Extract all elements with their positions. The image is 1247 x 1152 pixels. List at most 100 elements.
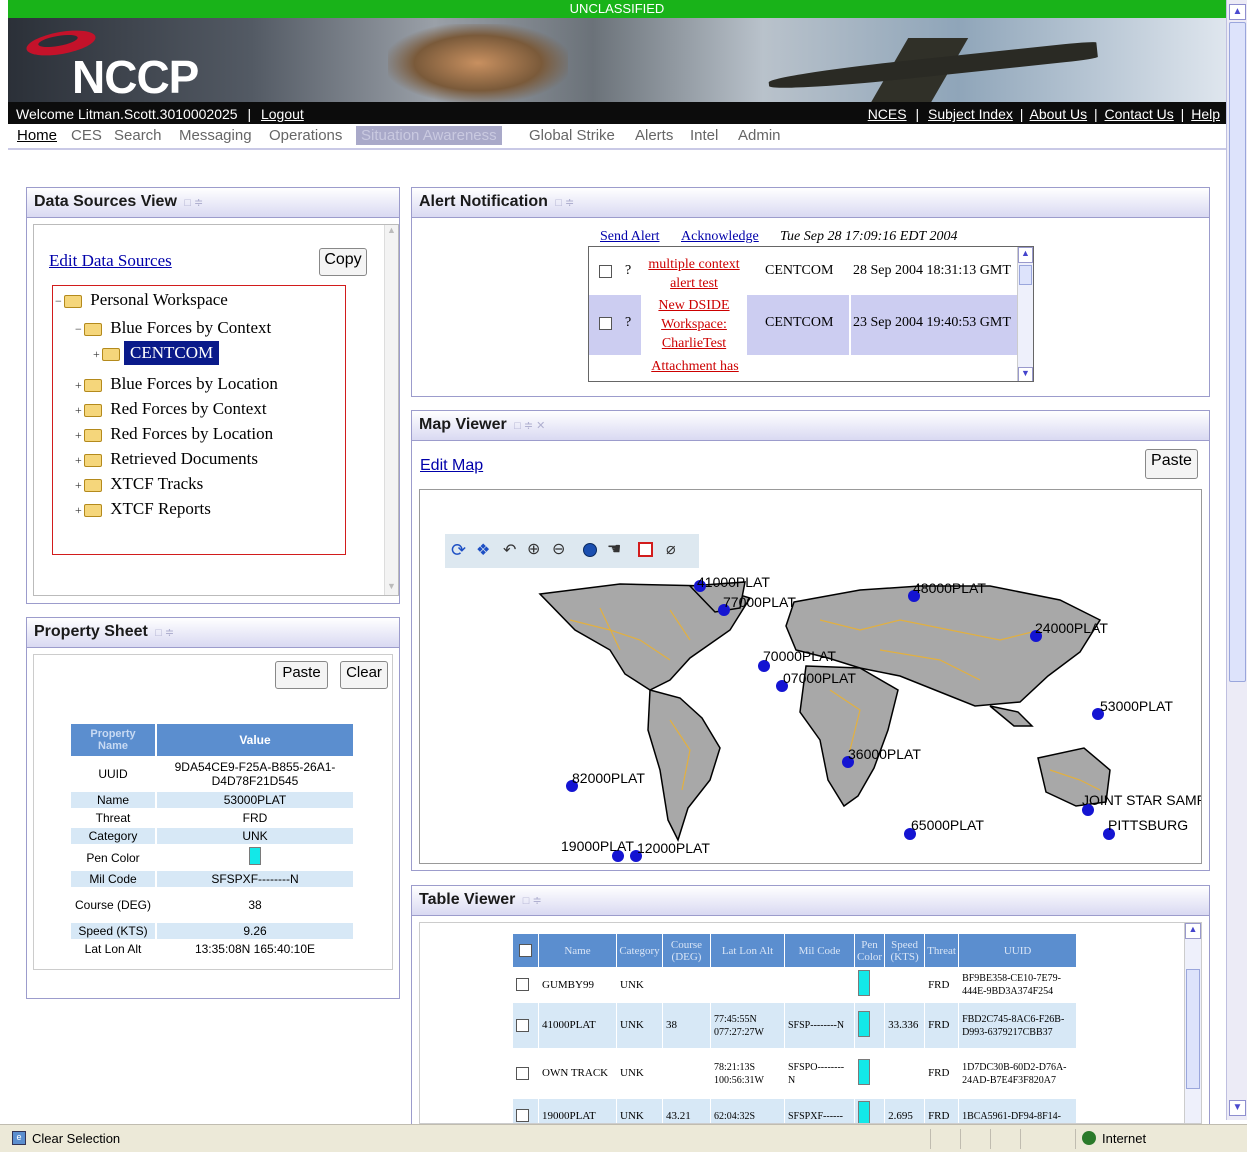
eraser-icon[interactable]: ⌀ [666, 539, 676, 559]
contact-us-link[interactable]: Contact Us [1105, 106, 1174, 122]
tab-admin[interactable]: Admin [738, 127, 781, 144]
copy-button[interactable]: Copy [319, 248, 367, 276]
alert-title-link[interactable]: New DSIDE Workspace: CharlieTest [649, 296, 739, 353]
move-icon[interactable]: ≑ [524, 420, 533, 432]
tree-node-centcom[interactable]: + CENTCOM [93, 341, 220, 365]
table-row[interactable]: 19000PLAT UNK 43.21 62:04:32S SFSPXF----… [512, 1098, 1078, 1123]
row-checkbox[interactable] [516, 1109, 529, 1123]
move-icon[interactable]: ≑ [165, 627, 174, 639]
alert-title-link[interactable]: Attachment has [645, 359, 745, 375]
close-icon[interactable]: ✕ [536, 420, 545, 432]
alert-row[interactable]: Attachment has [589, 357, 1017, 381]
subject-index-link[interactable]: Subject Index [928, 106, 1013, 122]
collapse-icon[interactable]: − [55, 294, 64, 309]
alert-row[interactable]: ? New DSIDE Workspace: CharlieTest CENTC… [589, 295, 1017, 355]
scroll-down-icon[interactable]: ▼ [1018, 367, 1033, 381]
scroll-down-icon[interactable]: ▼ [385, 581, 398, 595]
tree-node-xtcf-tracks[interactable]: + XTCF Tracks [75, 474, 203, 494]
table-row[interactable]: GUMBY99 UNK FRD BF9BE358-CE10-7E79-444E-… [512, 967, 1078, 1003]
edit-data-sources-link[interactable]: Edit Data Sources [49, 251, 172, 271]
page-scrollbar[interactable]: ▲ ▼ [1226, 0, 1247, 1120]
minimize-icon[interactable]: □ [514, 420, 521, 432]
nces-link[interactable]: NCES [868, 106, 907, 122]
zoom-out-icon[interactable]: ⊖ [552, 539, 565, 559]
paste-button[interactable]: Paste [275, 661, 328, 689]
tree-node-retrieved-documents[interactable]: + Retrieved Documents [75, 449, 258, 469]
tab-intel[interactable]: Intel [690, 127, 718, 144]
expand-icon[interactable]: + [93, 347, 102, 362]
tab-alerts[interactable]: Alerts [635, 127, 673, 144]
tab-ces[interactable]: CES [71, 127, 102, 144]
expand-icon[interactable]: + [75, 453, 84, 468]
alert-checkbox[interactable] [599, 317, 612, 330]
move-icon[interactable]: ≑ [565, 197, 574, 209]
row-checkbox[interactable] [516, 1066, 529, 1080]
scroll-down-icon[interactable]: ▼ [1229, 1100, 1246, 1116]
data-sources-scrollbar[interactable]: ▲ ▼ [384, 225, 398, 595]
tree-node-blue-forces-by-context[interactable]: − Blue Forces by Context [75, 318, 271, 338]
acknowledge-link[interactable]: Acknowledge [681, 229, 759, 245]
scroll-up-icon[interactable]: ▲ [385, 225, 398, 239]
expand-icon[interactable]: + [75, 503, 84, 518]
clear-button[interactable]: Clear [340, 661, 388, 689]
collapse-icon[interactable]: − [75, 322, 84, 337]
column-header[interactable]: Speed (KTS) [884, 933, 926, 968]
table-row[interactable]: OWN TRACK UNK 78:21:13S 100:56:31W SFSPO… [512, 1048, 1078, 1099]
scroll-thumb[interactable] [1229, 22, 1246, 682]
undo-icon[interactable]: ↶ [503, 540, 516, 560]
tree-node-xtcf-reports[interactable]: + XTCF Reports [75, 499, 211, 519]
refresh-icon[interactable]: ⟳ [451, 540, 466, 561]
expand-icon[interactable]: + [75, 403, 84, 418]
map-canvas[interactable]: ⟳ ❖ ↶ ⊕ ⊖ ☚ ⌀ 41000PLAT 77000PLAT 48000P… [419, 489, 1202, 864]
logout-link[interactable]: Logout [261, 106, 304, 122]
tab-messaging[interactable]: Messaging [179, 127, 252, 144]
scroll-up-icon[interactable]: ▲ [1018, 247, 1033, 263]
tab-situation-awareness[interactable]: Situation Awareness [356, 126, 502, 145]
tab-home[interactable]: Home [17, 127, 57, 144]
expand-icon[interactable]: + [75, 428, 84, 443]
row-checkbox[interactable] [516, 978, 529, 992]
alert-title-link[interactable]: multiple context alert test [645, 255, 743, 293]
minimize-icon[interactable]: □ [523, 895, 530, 907]
zoom-in-icon[interactable]: ⊕ [527, 539, 540, 559]
expand-icon[interactable]: + [75, 378, 84, 393]
select-box-icon[interactable] [638, 542, 653, 557]
help-link[interactable]: Help [1191, 106, 1220, 122]
row-checkbox[interactable] [516, 1018, 529, 1032]
minimize-icon[interactable]: □ [184, 197, 191, 209]
tree-node-red-forces-by-location[interactable]: + Red Forces by Location [75, 424, 273, 444]
tree-node-personal-workspace[interactable]: − Personal Workspace [55, 290, 228, 310]
scroll-up-icon[interactable]: ▲ [1185, 923, 1201, 939]
tree-node-red-forces-by-context[interactable]: + Red Forces by Context [75, 399, 267, 419]
move-icon[interactable]: ≑ [194, 197, 203, 209]
send-alert-link[interactable]: Send Alert [600, 229, 660, 245]
pan-hand-icon[interactable]: ☚ [607, 539, 621, 559]
select-all-checkbox[interactable] [519, 944, 532, 957]
alert-checkbox[interactable] [599, 265, 612, 278]
globe-icon[interactable] [583, 543, 597, 557]
table-scrollbar[interactable]: ▲ [1184, 923, 1201, 1123]
tab-operations[interactable]: Operations [269, 127, 342, 144]
move-icon[interactable]: ≑ [532, 895, 541, 907]
column-header[interactable]: Threat [924, 933, 960, 968]
column-header[interactable]: Pen Color [853, 933, 886, 968]
about-us-link[interactable]: About Us [1030, 106, 1088, 122]
scroll-thumb[interactable] [1019, 265, 1032, 285]
minimize-icon[interactable]: □ [155, 627, 162, 639]
tab-search[interactable]: Search [114, 127, 162, 144]
column-header[interactable]: Mil Code [784, 933, 855, 968]
alert-row[interactable]: ? multiple context alert test CENTCOM 28… [589, 251, 1017, 293]
edit-map-link[interactable]: Edit Map [420, 457, 483, 475]
minimize-icon[interactable]: □ [555, 197, 562, 209]
tab-global-strike[interactable]: Global Strike [529, 127, 615, 144]
column-header[interactable]: Course (DEG) [662, 933, 711, 968]
paste-button[interactable]: Paste [1145, 449, 1198, 479]
column-header[interactable]: Lat Lon Alt [710, 933, 785, 968]
alert-scrollbar[interactable]: ▲ ▼ [1017, 247, 1033, 381]
table-row[interactable]: 41000PLAT UNK 38 77:45:55N 077:27:27W SF… [512, 1002, 1078, 1049]
tree-node-blue-forces-by-location[interactable]: + Blue Forces by Location [75, 374, 278, 394]
expand-icon[interactable]: + [75, 478, 84, 493]
layers-icon[interactable]: ❖ [476, 540, 490, 560]
scroll-thumb[interactable] [1186, 969, 1200, 1089]
column-header[interactable]: UUID [958, 933, 1078, 968]
